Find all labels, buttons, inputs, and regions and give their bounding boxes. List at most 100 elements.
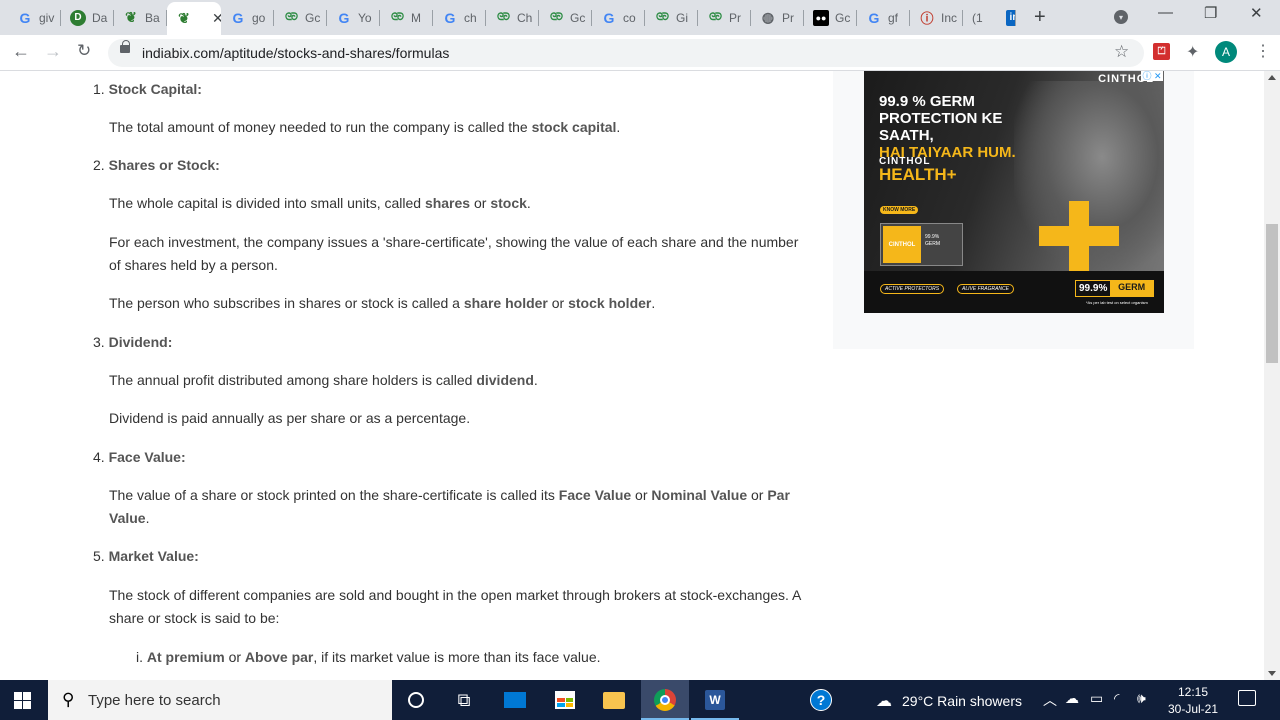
restore-icon[interactable]: ❐ [1204,4,1217,22]
tab-title[interactable]: gf [888,11,898,25]
ds-icon: D [70,9,86,26]
tab-title[interactable]: Inc [941,11,957,25]
browser-toolbar: ← → ↻ indiabix.com/aptitude/stocks-and-s… [0,35,1280,71]
bookmark-star-icon[interactable]: ☆ [1114,42,1129,62]
browser-tab[interactable]: G Yo [327,4,380,31]
weather-widget[interactable]: ☁ 29°C Rain showers [876,691,1022,711]
file-explorer-icon[interactable] [590,680,638,720]
word-icon[interactable]: W [691,680,739,720]
browser-tab[interactable]: Ggiv [8,4,61,31]
pdf-extension-icon[interactable]: ⏍ [1153,43,1170,60]
menu-kebab-icon[interactable]: ⋮ [1255,41,1271,61]
tab-title[interactable]: Pr [782,11,794,25]
browser-tab[interactable]: ᘓᘐ Gc [274,4,327,31]
gfg-icon: ᘓᘐ [549,12,563,23]
notification-icon[interactable] [1238,690,1256,706]
back-icon[interactable]: ← [12,41,30,62]
globe-icon: ◍ [761,9,775,25]
tab-title[interactable]: Ba [145,11,160,25]
page-scrollbar[interactable] [1264,71,1280,680]
cortana-icon[interactable] [392,680,440,720]
tab-title[interactable]: ch [464,11,477,25]
tab-title[interactable]: co [623,11,636,25]
browser-tab[interactable]: Gco [592,4,645,31]
tab-title[interactable]: go [252,11,265,25]
browser-tab[interactable]: ●● Gc [804,4,857,31]
reload-icon[interactable]: ↻ [77,41,91,61]
google-icon: G [19,9,31,26]
ad-germ-badge: 99.9% GERM [1075,280,1154,297]
cinthol-ad-banner[interactable]: CINTHOL ⓘ ✕ 99.9 % GERM PROTECTION KE SA… [864,71,1164,313]
tab-title[interactable]: Ch [517,11,532,25]
minimize-icon[interactable]: — [1158,4,1173,21]
extensions-puzzle-icon[interactable]: ✦ [1186,42,1199,62]
ad-headline: 99.9 % GERM PROTECTION KE SAATH, HAI TAI… [879,93,1016,161]
profile-avatar[interactable]: A [1215,41,1237,63]
tab-title[interactable]: M [411,11,421,25]
tab-title[interactable]: Yo [358,11,372,25]
system-clock[interactable]: 12:15 30-Jul-21 [1164,684,1222,718]
tab-close-icon[interactable]: ✕ [212,10,221,27]
search-placeholder[interactable]: Type here to search [88,692,221,709]
indeed-icon: ⓘ [920,11,934,26]
tab-title[interactable]: (1 [972,11,983,25]
ad-know-more-button[interactable]: KNOW MORE [880,206,919,214]
task-view-icon[interactable]: ⧉ [440,680,488,720]
tab-title[interactable]: giv [39,11,54,25]
chrome-taskbar-icon[interactable] [641,680,689,720]
browser-tab[interactable]: ᘓᘐ M [380,4,433,31]
browser-tab[interactable]: ᘓᘐ Gc [539,4,592,31]
tab-title[interactable]: Da [92,11,107,25]
scroll-up-icon[interactable] [1268,75,1276,80]
store-icon[interactable] [541,680,589,720]
scroll-down-icon[interactable] [1268,671,1276,676]
volume-icon[interactable]: 🕪 [1137,690,1146,707]
tab-title[interactable]: Gi [676,11,688,25]
browser-tab[interactable]: ᘓᘐ Ch [486,4,539,31]
browser-tab[interactable]: ❦ ✕ [167,2,221,35]
scrollbar-thumb[interactable] [1266,224,1278,363]
forward-icon[interactable]: → [44,41,62,62]
browser-tab[interactable]: Gch [433,4,486,31]
medium-icon: ●● [813,9,829,26]
browser-tab[interactable]: ◍ Pr [751,4,804,31]
ad-pill: ACTIVE PROTECTORS [880,284,945,294]
ad-close-icon[interactable]: ⓘ ✕ [1141,71,1163,81]
lock-icon[interactable] [120,40,130,53]
url-text[interactable]: indiabix.com/aptitude/stocks-and-shares/… [142,45,449,61]
tray-chevron-icon[interactable]: ︿ [1043,690,1057,710]
battery-icon[interactable]: ▭ [1090,690,1103,707]
tab-title[interactable]: Gc [305,11,320,25]
taskbar-search-box[interactable]: ⚲ Type here to search [48,680,392,720]
paragraph: Dividend is paid annually as per share o… [109,410,471,426]
tab-title[interactable]: Pr [729,11,741,25]
browser-tab[interactable]: ⓘ Inc [910,4,963,31]
new-tab-button[interactable]: + [1034,6,1046,29]
browser-tab[interactable]: in(1 [963,4,1016,31]
paragraph: For each investment, the company issues … [109,234,799,273]
mail-icon[interactable] [491,680,539,720]
windows-start-icon[interactable] [14,692,32,709]
browser-tab[interactable]: ᘓᘐ Pr [698,4,751,31]
paragraph: The stock of different companies are sol… [109,587,802,626]
browser-tab[interactable]: ❦ Ba [114,4,167,31]
ad-fineprint: *As per lab test on select organism [1086,300,1148,305]
google-icon: G [868,9,880,26]
gfg-icon: ᘓᘐ [655,12,669,23]
section-heading: 4. Face Value: [93,449,186,465]
onedrive-icon[interactable]: ☁ [1065,690,1079,707]
address-bar[interactable]: indiabix.com/aptitude/stocks-and-shares/… [108,39,1144,67]
tab-search-icon[interactable]: ▾ [1114,10,1128,24]
browser-tab[interactable]: ᘓᘐ Gi [645,4,698,31]
browser-tab[interactable]: Ggo [221,4,274,31]
help-icon[interactable]: ? [797,680,845,720]
section-heading: 1. Stock Capital: [93,81,202,97]
ad-cross-logo [1039,201,1119,271]
browser-tab[interactable]: D Da [61,4,114,31]
tab-separator [1015,10,1016,26]
close-window-icon[interactable]: ✕ [1250,4,1263,22]
wifi-icon[interactable]: ◜ [1114,690,1119,707]
tab-title[interactable]: Gc [835,11,850,25]
tab-title[interactable]: Gc [570,11,585,25]
browser-tab[interactable]: Ggf [857,4,910,31]
